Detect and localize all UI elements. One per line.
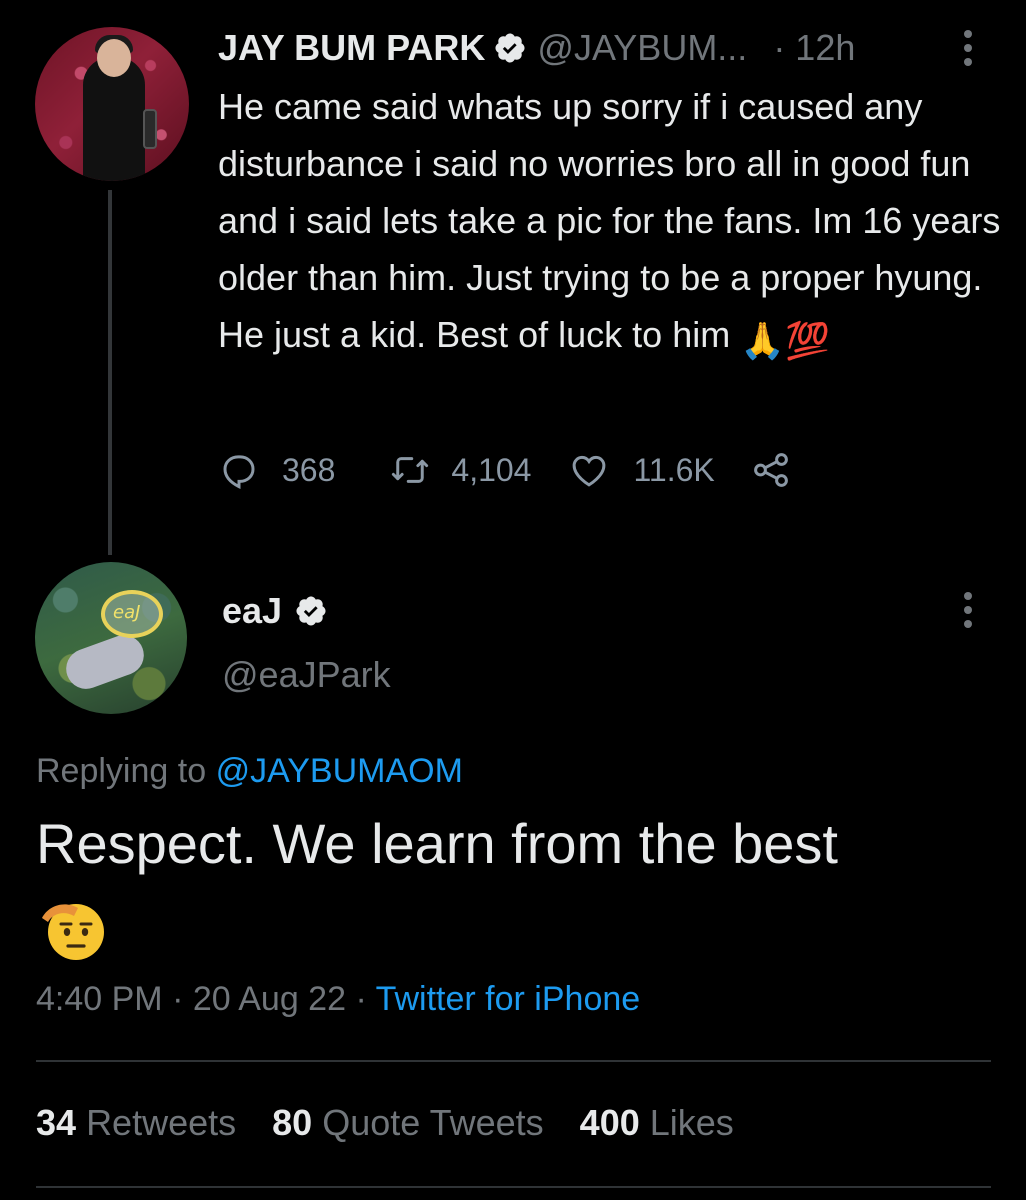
parent-handle[interactable]: @JAYBUM... <box>537 27 747 69</box>
retweet-button[interactable]: 4,104 <box>387 449 531 491</box>
avatar-jay-bum-park[interactable] <box>35 27 189 181</box>
reply-icon <box>223 455 255 490</box>
parent-tweet-body: He came said whats up sorry if i caused … <box>218 86 1001 355</box>
quote-tweets-label: Quote Tweets <box>322 1102 544 1143</box>
divider <box>36 1060 991 1062</box>
likes-stat[interactable]: 400 Likes <box>580 1102 734 1144</box>
retweets-stat[interactable]: 34 Retweets <box>36 1102 236 1144</box>
meta-separator: · <box>162 980 193 1018</box>
avatar-mark: eaJ <box>113 602 141 623</box>
tweet-thread: JAY BUM PARK @JAYBUM... · 12h He came sa… <box>0 0 1026 1200</box>
reply-count: 368 <box>282 451 336 488</box>
engagement-stats: 34 Retweets 80 Quote Tweets 400 Likes <box>36 1102 770 1144</box>
hundred-points-emoji: 💯 <box>785 320 830 361</box>
reply-time[interactable]: 4:40 PM <box>36 980 163 1018</box>
parent-tweet-text: He came said whats up sorry if i caused … <box>218 78 1008 369</box>
retweets-count: 34 <box>36 1102 77 1143</box>
like-count: 11.6K <box>633 451 715 488</box>
likes-label: Likes <box>649 1102 734 1143</box>
share-button[interactable] <box>749 449 793 491</box>
avatar-eaj[interactable]: eaJ <box>35 562 187 714</box>
replying-to-mention[interactable]: @JAYBUMAOM <box>216 752 463 790</box>
saluting-face-emoji <box>42 904 104 960</box>
meta-separator: · <box>346 980 376 1018</box>
parent-tweet-actions: 368 4,104 11.6K <box>218 440 793 500</box>
parent-display-name[interactable]: JAY BUM PARK <box>218 27 485 69</box>
more-icon[interactable] <box>963 592 973 632</box>
reply-tweet-text: Respect. We learn from the best <box>36 812 838 875</box>
retweet-count: 4,104 <box>451 451 532 488</box>
retweet-icon <box>392 457 429 483</box>
reply-display-name[interactable]: eaJ <box>222 590 282 632</box>
more-icon[interactable] <box>963 30 973 70</box>
retweets-label: Retweets <box>86 1102 237 1143</box>
like-button[interactable]: 11.6K <box>567 449 715 491</box>
likes-count: 400 <box>579 1102 640 1143</box>
quote-tweets-count: 80 <box>272 1102 313 1143</box>
parent-tweet-header: JAY BUM PARK @JAYBUM... · 12h <box>218 26 855 70</box>
share-icon <box>753 453 788 487</box>
parent-timestamp[interactable]: · 12h <box>773 27 855 69</box>
quote-tweets-stat[interactable]: 80 Quote Tweets <box>272 1102 544 1144</box>
tweet-source-link[interactable]: Twitter for iPhone <box>376 980 641 1018</box>
reply-button[interactable]: 368 <box>218 449 335 491</box>
verified-icon <box>495 33 525 63</box>
reply-handle[interactable]: @eaJPark <box>222 654 391 696</box>
replying-to-label: Replying to <box>36 752 207 790</box>
divider <box>36 1186 991 1188</box>
folded-hands-emoji: 🙏 <box>740 320 786 361</box>
reply-name-row: eaJ <box>222 590 338 632</box>
thread-connector-line <box>108 190 112 555</box>
reply-meta-line: 4:40 PM · 20 Aug 22 · Twitter for iPhone <box>36 980 640 1019</box>
replying-to-line: Replying to @JAYBUMAOM <box>36 752 463 791</box>
reply-date[interactable]: 20 Aug 22 <box>193 980 346 1018</box>
verified-icon <box>296 596 326 626</box>
like-icon <box>573 455 606 487</box>
